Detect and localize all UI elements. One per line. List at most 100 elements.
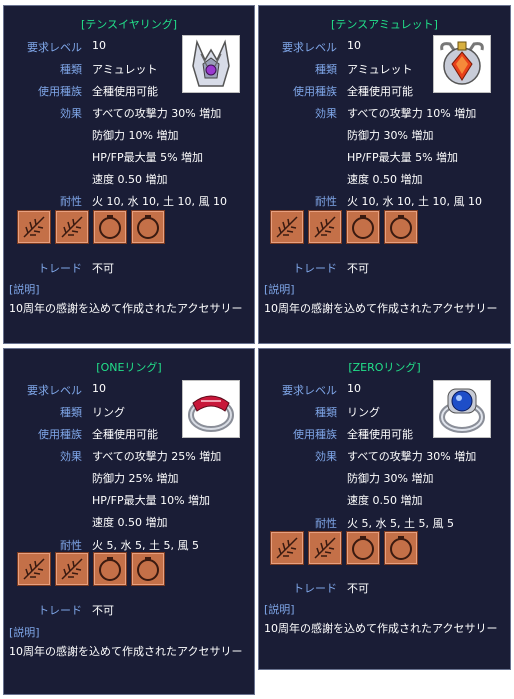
description-text: 10周年の感謝を込めて作成されたアクセサリー [9, 302, 243, 315]
red-ring-icon [188, 395, 234, 432]
description-label: [説明] [9, 283, 40, 296]
required-level-label: 要求レベル [282, 41, 337, 54]
resistance-label: 耐性 [315, 517, 337, 530]
effect-label: 効果 [60, 107, 82, 120]
feather-slot-icon[interactable] [270, 531, 304, 565]
ring-slot-icon[interactable] [93, 552, 127, 586]
race-value: 全種使用可能 [92, 428, 158, 441]
required-level-label: 要求レベル [27, 384, 82, 397]
socket-slots [17, 552, 165, 586]
required-level-label: 要求レベル [27, 41, 82, 54]
type-label: 種類 [60, 63, 82, 76]
race-value: 全種使用可能 [92, 85, 158, 98]
effect-value: すべての攻撃力 25% 増加 [92, 450, 222, 463]
effect-value: すべての攻撃力 30% 増加 [92, 107, 222, 120]
race-label: 使用種族 [38, 85, 82, 98]
description-text: 10周年の感謝を込めて作成されたアクセサリー [9, 645, 243, 658]
item-tooltip-zero-ring: [ZEROリング] 要求レベル 10 種類 リング 使用種族 全種使用可能 効果 すべて… [258, 348, 511, 670]
type-value: リング [92, 406, 125, 419]
effect-value: すべての攻撃力 30% 増加 [347, 450, 477, 463]
effect-value: HP/FP最大量 5% 増加 [92, 151, 204, 164]
type-value: リング [347, 406, 380, 419]
required-level-value: 10 [92, 382, 106, 395]
race-value: 全種使用可能 [347, 428, 413, 441]
race-label: 使用種族 [293, 85, 337, 98]
feather-slot-icon[interactable] [308, 531, 342, 565]
trade-value: 不可 [92, 604, 114, 617]
description-label: [説明] [264, 283, 295, 296]
effect-value: 速度 0.50 増加 [92, 516, 168, 529]
required-level-label: 要求レベル [282, 384, 337, 397]
socket-slots [17, 210, 165, 244]
required-level-value: 10 [347, 39, 361, 52]
feather-slot-icon[interactable] [55, 210, 89, 244]
ring-slot-icon[interactable] [346, 210, 380, 244]
effect-value: 防御力 25% 増加 [92, 472, 179, 485]
resistance-value: 火 5, 水 5, 土 5, 風 5 [347, 517, 454, 530]
resistance-value: 火 5, 水 5, 土 5, 風 5 [92, 539, 199, 552]
item-title: [ONEリング] [96, 361, 162, 374]
feather-slot-icon[interactable] [270, 210, 304, 244]
feather-slot-icon[interactable] [17, 210, 51, 244]
resistance-value: 火 10, 水 10, 土 10, 風 10 [347, 195, 482, 208]
race-label: 使用種族 [38, 428, 82, 441]
item-title: [テンスイヤリング] [80, 18, 178, 31]
trade-label: トレード [293, 582, 337, 595]
type-label: 種類 [60, 406, 82, 419]
race-value: 全種使用可能 [347, 85, 413, 98]
trade-value: 不可 [92, 262, 114, 275]
resistance-label: 耐性 [315, 195, 337, 208]
ring-slot-icon[interactable] [384, 210, 418, 244]
trade-label: トレード [38, 604, 82, 617]
effect-value: すべての攻撃力 10% 増加 [347, 107, 477, 120]
item-image [182, 380, 240, 438]
race-label: 使用種族 [293, 428, 337, 441]
item-title: [テンスアミュレット] [331, 18, 438, 31]
socket-slots [270, 210, 418, 244]
resistance-value: 火 10, 水 10, 土 10, 風 10 [92, 195, 227, 208]
ring-slot-icon[interactable] [384, 531, 418, 565]
item-tooltip-tens-amulet: [テンスアミュレット] 要求レベル 10 種類 アミュレット 使用種族 全種使用可能 … [258, 5, 511, 344]
description-text: 10周年の感謝を込めて作成されたアクセサリー [264, 302, 498, 315]
effect-value: 速度 0.50 増加 [92, 173, 168, 186]
required-level-value: 10 [347, 382, 361, 395]
effect-value: 防御力 30% 増加 [347, 129, 434, 142]
item-image [433, 380, 491, 438]
effect-value: 防御力 10% 増加 [92, 129, 179, 142]
ring-slot-icon[interactable] [131, 210, 165, 244]
trade-value: 不可 [347, 582, 369, 595]
description-text: 10周年の感謝を込めて作成されたアクセサリー [264, 622, 498, 635]
ring-slot-icon[interactable] [131, 552, 165, 586]
item-image [182, 35, 240, 93]
effect-label: 効果 [60, 450, 82, 463]
effect-label: 効果 [315, 450, 337, 463]
earring-icon [192, 39, 230, 87]
socket-slots [270, 531, 418, 565]
ring-slot-icon[interactable] [346, 531, 380, 565]
item-tooltip-one-ring: [ONEリング] 要求レベル 10 種類 リング 使用種族 全種使用可能 効果 すべての… [3, 348, 255, 695]
blue-ring-icon [439, 388, 485, 433]
required-level-value: 10 [92, 39, 106, 52]
effect-value: HP/FP最大量 10% 増加 [92, 494, 211, 507]
feather-slot-icon[interactable] [55, 552, 89, 586]
effect-value: 速度 0.50 増加 [347, 494, 423, 507]
amulet-icon [440, 41, 484, 85]
resistance-label: 耐性 [60, 195, 82, 208]
trade-label: トレード [38, 262, 82, 275]
description-label: [説明] [264, 603, 295, 616]
effect-label: 効果 [315, 107, 337, 120]
feather-slot-icon[interactable] [17, 552, 51, 586]
trade-label: トレード [293, 262, 337, 275]
type-label: 種類 [315, 406, 337, 419]
type-value: アミュレット [347, 63, 413, 76]
ring-slot-icon[interactable] [93, 210, 127, 244]
type-label: 種類 [315, 63, 337, 76]
item-image [433, 35, 491, 93]
type-value: アミュレット [92, 63, 158, 76]
resistance-label: 耐性 [60, 539, 82, 552]
effect-value: HP/FP最大量 5% 増加 [347, 151, 459, 164]
effect-value: 防御力 30% 増加 [347, 472, 434, 485]
feather-slot-icon[interactable] [308, 210, 342, 244]
effect-value: 速度 0.50 増加 [347, 173, 423, 186]
item-tooltip-tens-earring: [テンスイヤリング] 要求レベル 10 種類 アミュレット 使用種族 全種使用可能 効… [3, 5, 255, 344]
